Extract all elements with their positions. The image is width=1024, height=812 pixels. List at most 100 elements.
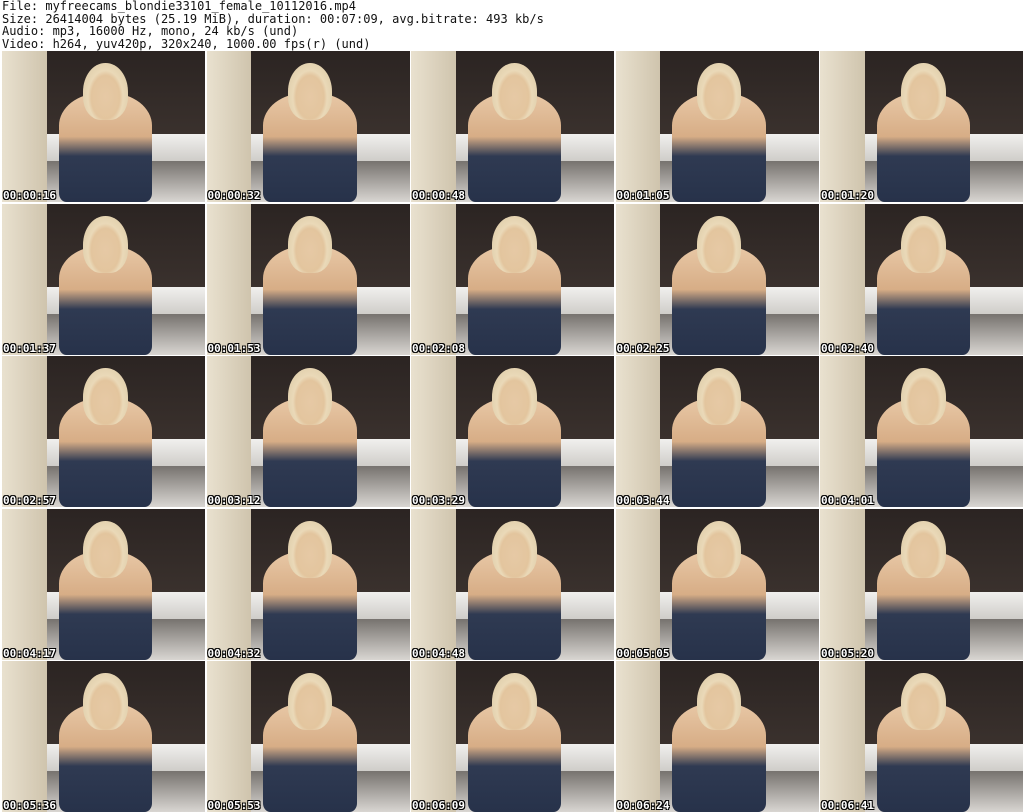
frame-wall (411, 203, 456, 355)
frame-timestamp: 00:00:32 (207, 189, 261, 202)
frame-timestamp: 00:06:24 (616, 799, 670, 812)
frame-wall (411, 356, 456, 507)
frame-timestamp: 00:03:29 (412, 494, 465, 507)
frame-hair (287, 520, 333, 578)
frame-timestamp: 00:03:44 (616, 494, 670, 507)
video-frame-thumbnail: 00:06:41 (820, 661, 1023, 812)
frame-wall (411, 661, 456, 812)
frame-wall (820, 661, 865, 812)
frame-hair (83, 520, 128, 578)
frame-timestamp: 00:05:53 (207, 799, 261, 812)
frame-wall (615, 51, 661, 202)
frame-timestamp: 00:04:01 (821, 494, 874, 507)
video-frame-thumbnail: 00:04:48 (411, 508, 614, 660)
frame-hair (696, 368, 742, 426)
video-frame-thumbnail: 00:04:17 (2, 508, 205, 660)
video-frame-thumbnail: 00:02:08 (411, 203, 614, 355)
frame-timestamp: 00:04:32 (207, 646, 261, 660)
file-info-header: File: myfreecams_blondie33101_female_101… (2, 0, 1022, 50)
frame-wall (206, 356, 252, 507)
frame-timestamp: 00:02:25 (616, 341, 670, 355)
file-name-line: File: myfreecams_blondie33101_female_101… (2, 0, 357, 13)
frame-hair (83, 673, 128, 731)
video-frame-thumbnail: 00:03:44 (615, 356, 819, 507)
frame-hair (83, 368, 128, 426)
video-frame-thumbnail: 00:01:20 (820, 51, 1023, 202)
frame-wall (615, 203, 661, 355)
video-frame-thumbnail: 00:01:37 (2, 203, 205, 355)
video-frame-thumbnail: 00:01:05 (615, 51, 819, 202)
frame-hair (696, 63, 742, 121)
frame-wall (206, 51, 252, 202)
frame-hair (287, 368, 333, 426)
video-frame-thumbnail: 00:06:09 (411, 661, 614, 812)
frame-wall (2, 508, 47, 660)
video-frame-thumbnail: 00:03:12 (206, 356, 410, 507)
thumbnail-grid: 00:00:16 00:00:32 00:00:48 00:01:05 00:01:20… (2, 51, 1023, 812)
frame-wall (615, 661, 661, 812)
video-frame-thumbnail: 00:02:40 (820, 203, 1023, 355)
frame-timestamp: 00:02:40 (821, 341, 874, 355)
frame-wall (2, 203, 47, 355)
video-frame-thumbnail: 00:05:36 (2, 661, 205, 812)
frame-hair (492, 215, 537, 273)
video-frame-thumbnail: 00:00:48 (411, 51, 614, 202)
frame-wall (820, 508, 865, 660)
frame-hair (696, 520, 742, 578)
frame-timestamp: 00:05:36 (3, 799, 56, 812)
video-frame-thumbnail: 00:04:01 (820, 356, 1023, 507)
frame-hair (287, 215, 333, 273)
frame-hair (492, 63, 537, 121)
frame-timestamp: 00:00:16 (3, 189, 56, 202)
video-frame-thumbnail: 00:01:53 (206, 203, 410, 355)
frame-hair (83, 63, 128, 121)
frame-wall (820, 356, 865, 507)
frame-hair (492, 673, 537, 731)
video-frame-thumbnail: 00:04:32 (206, 508, 410, 660)
frame-hair (901, 520, 946, 578)
frame-wall (615, 356, 661, 507)
frame-timestamp: 00:02:08 (412, 341, 465, 355)
video-info-line: Video: h264, yuv420p, 320x240, 1000.00 f… (2, 36, 371, 51)
frame-hair (696, 673, 742, 731)
frame-timestamp: 00:04:17 (3, 646, 56, 660)
frame-hair (901, 63, 946, 121)
frame-timestamp: 00:02:57 (3, 494, 56, 507)
frame-timestamp: 00:01:20 (821, 189, 874, 202)
frame-wall (206, 508, 252, 660)
video-frame-thumbnail: 00:02:25 (615, 203, 819, 355)
video-frame-thumbnail: 00:00:32 (206, 51, 410, 202)
frame-timestamp: 00:00:48 (412, 189, 465, 202)
audio-info-line: Audio: mp3, 16000 Hz, mono, 24 kb/s (und… (2, 24, 299, 38)
frame-timestamp: 00:06:09 (412, 799, 465, 812)
frame-wall (2, 661, 47, 812)
frame-wall (411, 508, 456, 660)
frame-hair (83, 215, 128, 273)
video-frame-thumbnail: 00:06:24 (615, 661, 819, 812)
frame-hair (492, 368, 537, 426)
frame-timestamp: 00:04:48 (412, 646, 465, 660)
frame-hair (901, 368, 946, 426)
video-frame-thumbnail: 00:02:57 (2, 356, 205, 507)
frame-timestamp: 00:06:41 (821, 799, 874, 812)
frame-timestamp: 00:01:05 (616, 189, 670, 202)
frame-wall (2, 356, 47, 507)
frame-hair (287, 63, 333, 121)
frame-timestamp: 00:01:53 (207, 341, 261, 355)
frame-timestamp: 00:05:05 (616, 646, 670, 660)
video-frame-thumbnail: 00:05:53 (206, 661, 410, 812)
frame-timestamp: 00:03:12 (207, 494, 261, 507)
frame-timestamp: 00:01:37 (3, 341, 56, 355)
frame-wall (615, 508, 661, 660)
frame-wall (820, 203, 865, 355)
video-frame-thumbnail: 00:05:05 (615, 508, 819, 660)
video-frame-thumbnail: 00:00:16 (2, 51, 205, 202)
frame-hair (901, 215, 946, 273)
frame-hair (287, 673, 333, 731)
video-frame-thumbnail: 00:05:20 (820, 508, 1023, 660)
frame-wall (411, 51, 456, 202)
frame-hair (492, 520, 537, 578)
frame-timestamp: 00:05:20 (821, 646, 874, 660)
frame-wall (2, 51, 47, 202)
frame-hair (901, 673, 946, 731)
